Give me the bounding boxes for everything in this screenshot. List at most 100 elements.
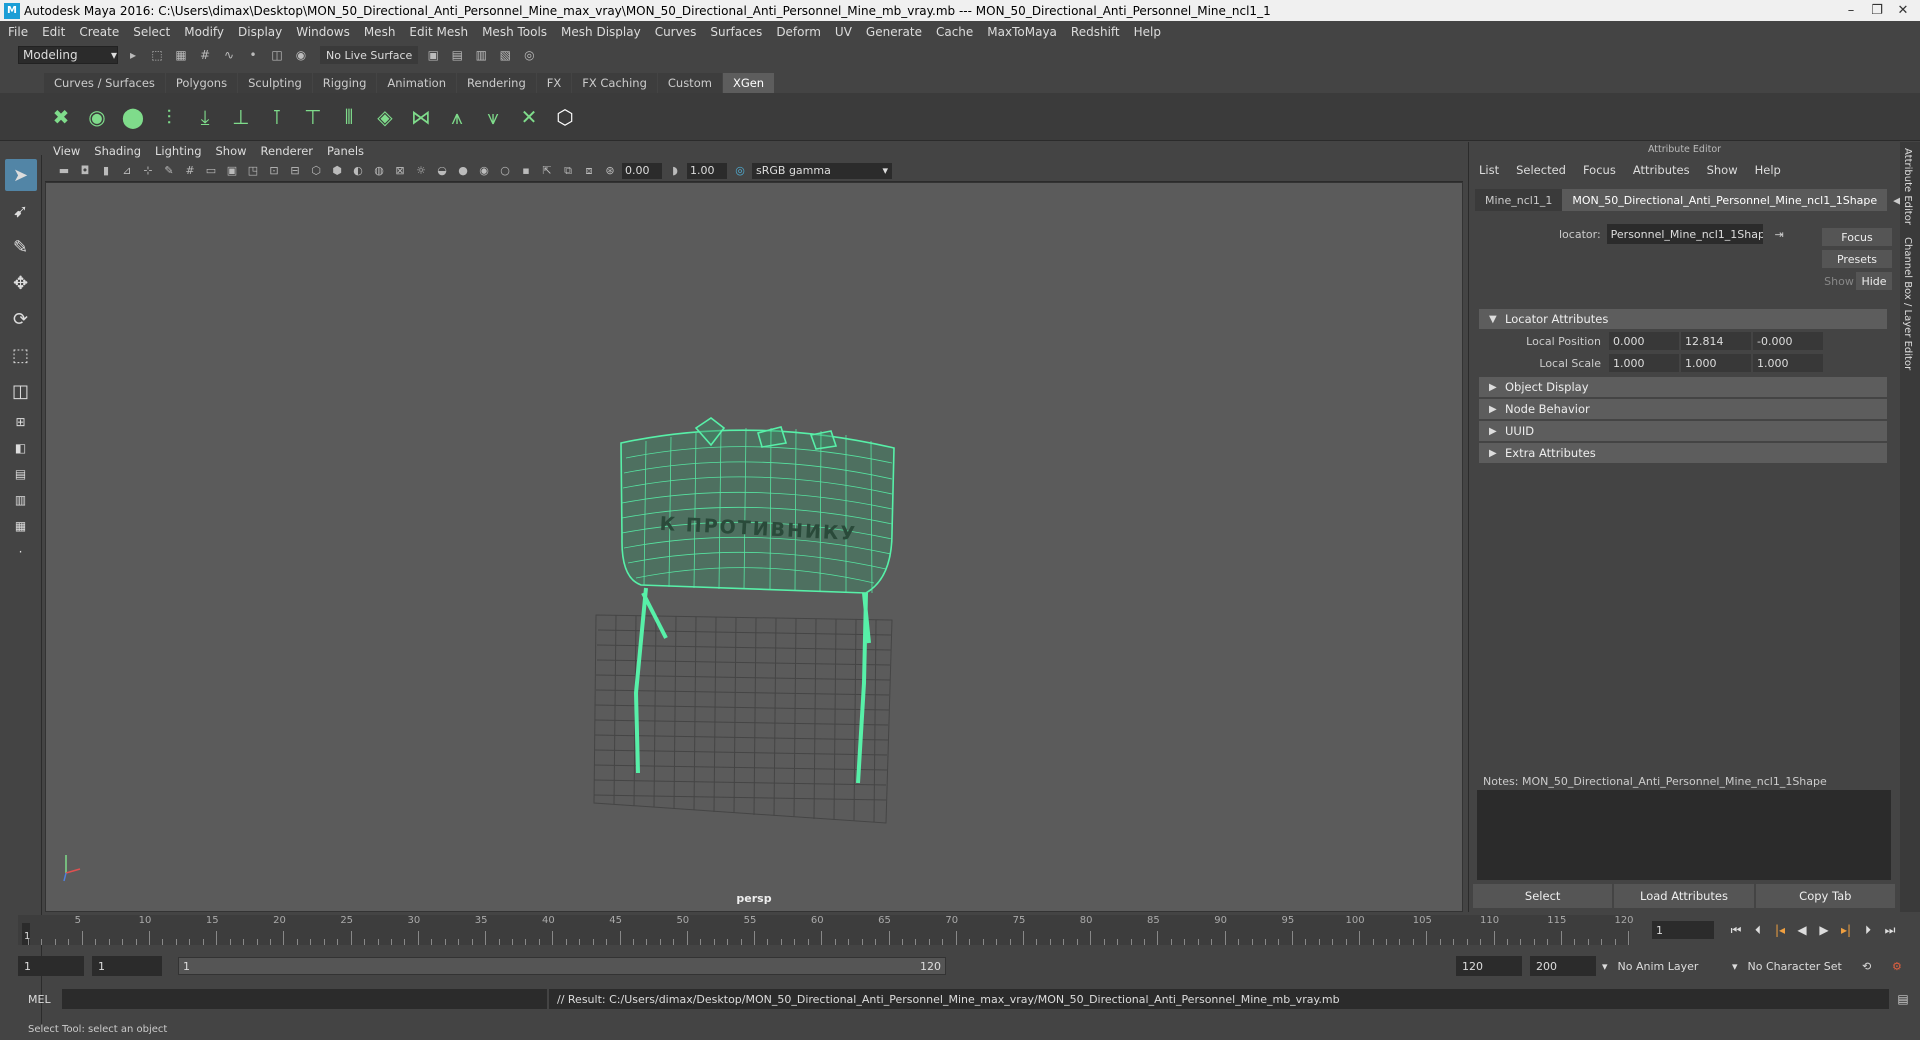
- xgen-lock-guide-icon[interactable]: ⊤: [298, 100, 328, 134]
- maximize-button[interactable]: ❐: [1864, 0, 1890, 20]
- viewport-menu-view[interactable]: View: [53, 144, 80, 158]
- local-scale-x[interactable]: 1.000: [1609, 354, 1679, 372]
- wireframe-on-shaded-icon[interactable]: ◍: [370, 162, 388, 180]
- select-by-hierarchy-icon[interactable]: ▸: [124, 46, 142, 64]
- shelf-tab-curves-surfaces[interactable]: Curves / Surfaces: [44, 73, 165, 93]
- playback-end-field[interactable]: 120: [1456, 956, 1522, 976]
- use-default-lights-icon[interactable]: ☼: [412, 162, 430, 180]
- select-by-component-icon[interactable]: ▦: [172, 46, 190, 64]
- hypershade-layout-icon[interactable]: ▦: [5, 515, 37, 537]
- depth-of-field-icon[interactable]: ▪: [517, 162, 535, 180]
- menu-mesh-tools[interactable]: Mesh Tools: [482, 25, 547, 39]
- minimize-button[interactable]: –: [1838, 0, 1864, 20]
- viewport-canvas[interactable]: К ПРОТИВНИКУ persp: [45, 182, 1463, 912]
- smooth-shade-icon[interactable]: ⬢: [328, 162, 346, 180]
- ae-menu-selected[interactable]: Selected: [1516, 163, 1566, 177]
- viewport-menu-lighting[interactable]: Lighting: [155, 144, 201, 158]
- animation-preferences-icon[interactable]: ⚙: [1892, 956, 1912, 976]
- ae-menu-list[interactable]: List: [1479, 163, 1499, 177]
- xgen-create-description-icon[interactable]: ⬤: [118, 100, 148, 134]
- command-input[interactable]: [62, 989, 547, 1009]
- live-surface-field[interactable]: No Live Surface: [320, 46, 419, 64]
- ae-menu-attributes[interactable]: Attributes: [1633, 163, 1690, 177]
- local-position-x[interactable]: 0.000: [1609, 332, 1679, 350]
- animation-start-field[interactable]: 1: [18, 956, 84, 976]
- snap-point-icon[interactable]: •: [244, 46, 262, 64]
- step-back-frame-icon[interactable]: |◂: [1769, 921, 1791, 939]
- rotate-tool-icon[interactable]: ⟳: [5, 303, 37, 335]
- camera-attributes-icon[interactable]: ◘: [76, 162, 94, 180]
- notes-textarea[interactable]: [1477, 790, 1891, 880]
- step-forward-key-icon[interactable]: ⏵: [1857, 921, 1879, 939]
- lasso-tool-icon[interactable]: ➹: [5, 195, 37, 227]
- menu-surfaces[interactable]: Surfaces: [710, 25, 762, 39]
- menu-curves[interactable]: Curves: [655, 25, 697, 39]
- ae-menu-help[interactable]: Help: [1755, 163, 1781, 177]
- shelf-tab-fx[interactable]: FX: [536, 73, 572, 93]
- playback-start-field[interactable]: 1: [92, 956, 162, 976]
- node-name-field[interactable]: Personnel_Mine_ncl1_1Shape: [1606, 224, 1763, 244]
- flat-shade-icon[interactable]: ◐: [349, 162, 367, 180]
- viewport-menu-renderer[interactable]: Renderer: [261, 144, 314, 158]
- exposure-icon[interactable]: ⊛: [601, 162, 619, 180]
- gamma-field[interactable]: 1.00: [687, 162, 727, 179]
- xray-active-icon[interactable]: ⧈: [580, 162, 598, 180]
- shelf-tab-sculpting[interactable]: Sculpting: [238, 73, 312, 93]
- presets-button[interactable]: Presets: [1822, 250, 1892, 268]
- render-settings-icon[interactable]: ▧: [496, 46, 514, 64]
- hypershade-icon[interactable]: ◎: [520, 46, 538, 64]
- step-back-key-icon[interactable]: ⏴: [1747, 921, 1769, 939]
- play-forwards-icon[interactable]: ▶: [1813, 921, 1835, 939]
- local-position-y[interactable]: 12.814: [1681, 332, 1751, 350]
- animation-end-field[interactable]: 200: [1530, 956, 1596, 976]
- shelf-tab-animation[interactable]: Animation: [377, 73, 457, 93]
- shelf-tab-rendering[interactable]: Rendering: [457, 73, 536, 93]
- xgen-comb-icon[interactable]: ⫴: [334, 100, 364, 134]
- xgen-place-guides-icon[interactable]: ⫶: [154, 100, 184, 134]
- menu-cache[interactable]: Cache: [936, 25, 973, 39]
- ae-menu-focus[interactable]: Focus: [1583, 163, 1616, 177]
- select-button[interactable]: Select: [1473, 884, 1613, 908]
- render-view-icon[interactable]: ▣: [424, 46, 442, 64]
- menu-maxtomaya[interactable]: MaxToMaya: [987, 25, 1057, 39]
- menu-edit-mesh[interactable]: Edit Mesh: [409, 25, 468, 39]
- auto-key-icon[interactable]: ⟲: [1862, 956, 1882, 976]
- character-set-dropdown[interactable]: ▾ No Character Set: [1732, 956, 1872, 976]
- copy-tab-button[interactable]: Copy Tab: [1755, 884, 1895, 908]
- ae-menu-show[interactable]: Show: [1707, 163, 1738, 177]
- graph-layout-icon[interactable]: ▥: [5, 489, 37, 511]
- xgen-hex-icon[interactable]: ⬡: [550, 100, 580, 134]
- gamma-icon[interactable]: ◗: [666, 162, 684, 180]
- menu-edit[interactable]: Edit: [42, 25, 65, 39]
- go-to-end-icon[interactable]: ⏭: [1879, 921, 1901, 939]
- script-language-label[interactable]: MEL: [28, 993, 51, 1006]
- menu-uv[interactable]: UV: [835, 25, 852, 39]
- gate-mask-icon[interactable]: ◳: [244, 162, 262, 180]
- exposure-field[interactable]: 0.00: [622, 162, 662, 179]
- safe-action-icon[interactable]: ⊟: [286, 162, 304, 180]
- ipr-render-icon[interactable]: ▥: [472, 46, 490, 64]
- menu-display[interactable]: Display: [238, 25, 282, 39]
- shelf-tab-rigging[interactable]: Rigging: [312, 73, 377, 93]
- menu-create[interactable]: Create: [79, 25, 119, 39]
- render-frame-icon[interactable]: ▤: [448, 46, 466, 64]
- menu-mesh-display[interactable]: Mesh Display: [561, 25, 641, 39]
- go-to-input-icon[interactable]: ⇥: [1775, 228, 1784, 241]
- range-slider-bar[interactable]: 1 120: [178, 957, 946, 975]
- xgen-rebuild-icon[interactable]: ⋈: [406, 100, 436, 134]
- grid-icon[interactable]: #: [181, 162, 199, 180]
- view-transform-dropdown[interactable]: sRGB gamma ▾: [752, 162, 892, 179]
- menu-help[interactable]: Help: [1134, 25, 1161, 39]
- shelf-tab-custom[interactable]: Custom: [657, 73, 722, 93]
- make-live-icon[interactable]: ◉: [292, 46, 310, 64]
- section-locator-attributes[interactable]: ▼ Locator Attributes: [1479, 309, 1887, 329]
- menu-deform[interactable]: Deform: [776, 25, 821, 39]
- xgen-sculpt-guides-icon[interactable]: ⩚: [442, 100, 472, 134]
- side-tab-attribute-editor[interactable]: Attribute Editor: [1900, 142, 1915, 231]
- section-object-display[interactable]: ▶ Object Display: [1479, 377, 1887, 397]
- load-attributes-button[interactable]: Load Attributes: [1614, 884, 1754, 908]
- local-scale-y[interactable]: 1.000: [1681, 354, 1751, 372]
- go-to-start-icon[interactable]: ⏮: [1725, 921, 1747, 939]
- menu-windows[interactable]: Windows: [296, 25, 350, 39]
- section-node-behavior[interactable]: ▶ Node Behavior: [1479, 399, 1887, 419]
